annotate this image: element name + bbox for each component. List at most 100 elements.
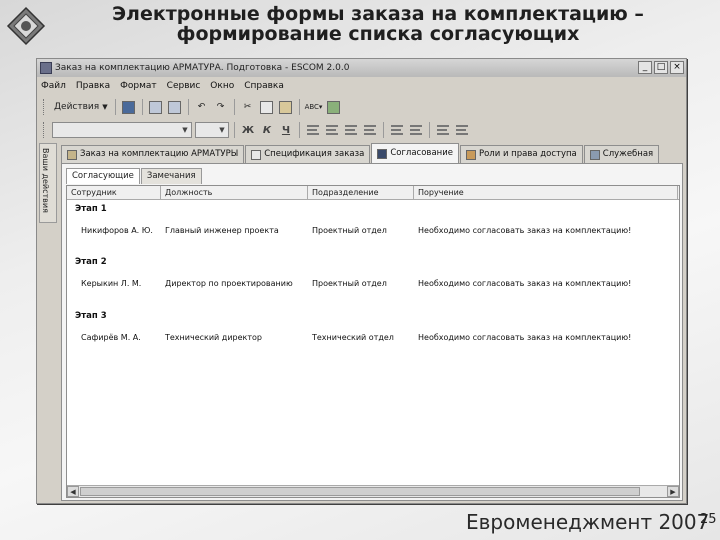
outdent-button[interactable] — [435, 122, 451, 138]
table-row[interactable]: Никифоров А. Ю. Главный инженер проекта … — [67, 224, 678, 238]
tab-approval[interactable]: Согласование — [371, 143, 459, 163]
bold-button[interactable]: Ж — [240, 125, 256, 136]
actions-side-panel[interactable]: Ваши действия — [39, 143, 57, 223]
menu-help[interactable]: Справка — [244, 78, 284, 94]
cell-department: Проектный отдел — [312, 226, 387, 235]
save-button[interactable] — [121, 99, 137, 115]
tab-service[interactable]: Служебная — [583, 145, 660, 163]
align-right-button[interactable] — [343, 122, 359, 138]
cell-employee: Сафирёв М. А. — [81, 333, 141, 342]
table-row[interactable]: Сафирёв М. А. Технический директор Техни… — [67, 331, 678, 345]
side-panel-label: Ваши действия — [41, 148, 50, 213]
column-header-employee[interactable]: Сотрудник — [67, 186, 161, 199]
indent-button[interactable] — [454, 122, 470, 138]
tab-label: Спецификация заказа — [264, 149, 365, 159]
tab-label: Служебная — [602, 149, 654, 159]
refresh-icon — [326, 100, 340, 114]
preview-icon — [168, 100, 182, 114]
minimize-button[interactable]: _ — [638, 61, 652, 74]
table-row[interactable]: Керыкин Л. М. Директор по проектированию… — [67, 277, 678, 291]
font-size-select[interactable]: ▼ — [195, 122, 229, 138]
cut-button[interactable]: ✂ — [240, 99, 256, 115]
stage-label[interactable]: Этап 2 — [75, 257, 107, 267]
document-tabs: Заказ на комплектацию АРМАТУРЫ Специфика… — [61, 143, 682, 163]
copy-button[interactable] — [259, 99, 275, 115]
paste-button[interactable] — [278, 99, 294, 115]
tab-content: Согласующие Замечания Сотрудник Должност… — [61, 163, 683, 501]
align-center-button[interactable] — [324, 122, 340, 138]
menu-window[interactable]: Окно — [210, 78, 234, 94]
column-header-assignment[interactable]: Поручение — [414, 186, 678, 199]
menu-format[interactable]: Формат — [120, 78, 157, 94]
stage-label[interactable]: Этап 3 — [75, 311, 107, 321]
cell-position: Директор по проектированию — [165, 279, 293, 288]
toolbar-separator — [234, 122, 235, 138]
cell-employee: Керыкин Л. М. — [81, 279, 142, 288]
service-icon — [589, 149, 600, 160]
company-logo — [6, 6, 46, 46]
undo-button[interactable]: ↶ — [194, 99, 210, 115]
scroll-thumb[interactable] — [80, 487, 640, 496]
close-button[interactable]: × — [670, 61, 684, 74]
menu-service[interactable]: Сервис — [167, 78, 201, 94]
column-header-department[interactable]: Подразделение — [308, 186, 414, 199]
maximize-button[interactable]: □ — [654, 61, 668, 74]
users-icon — [465, 149, 476, 160]
font-name-select[interactable]: ▼ — [52, 122, 192, 138]
outdent-icon — [437, 125, 449, 135]
folder-icon — [67, 149, 77, 160]
justify-button[interactable] — [362, 122, 378, 138]
window-titlebar[interactable]: Заказ на комплектацию АРМАТУРА. Подготов… — [37, 59, 686, 77]
redo-button[interactable]: ↷ — [213, 99, 229, 115]
menu-edit[interactable]: Правка — [76, 78, 110, 94]
page-number: 25 — [700, 512, 717, 527]
subtab-remarks[interactable]: Замечания — [140, 168, 202, 184]
column-header-position[interactable]: Должность — [161, 186, 308, 199]
slide-title: Электронные формы заказа на комплектацию… — [48, 4, 708, 44]
app-icon — [40, 62, 52, 74]
cell-position: Технический директор — [165, 333, 262, 342]
cut-icon: ✂ — [243, 102, 252, 112]
format-toolbar: ▼ ▼ Ж К Ч — [39, 119, 684, 141]
preview-button[interactable] — [167, 99, 183, 115]
app-window: Заказ на комплектацию АРМАТУРА. Подготов… — [36, 58, 687, 504]
toolbar-separator — [299, 122, 300, 138]
document-icon — [251, 149, 262, 160]
tab-specification[interactable]: Спецификация заказа — [245, 145, 371, 163]
bullet-list-icon — [391, 125, 403, 135]
toolbar-grip[interactable] — [43, 99, 46, 115]
italic-button[interactable]: К — [259, 125, 275, 136]
underline-button[interactable]: Ч — [278, 125, 294, 136]
horizontal-scrollbar[interactable]: ◀ ▶ — [67, 485, 679, 497]
tab-label: Роли и права доступа — [478, 149, 577, 159]
align-left-button[interactable] — [305, 122, 321, 138]
toolbar-separator — [114, 99, 116, 115]
scroll-right-icon[interactable]: ▶ — [667, 486, 679, 497]
window-title: Заказ на комплектацию АРМАТУРА. Подготов… — [55, 63, 350, 73]
scroll-left-icon[interactable]: ◀ — [67, 486, 79, 497]
cell-department: Проектный отдел — [312, 279, 387, 288]
numbered-list-button[interactable] — [408, 122, 424, 138]
cell-department: Технический отдел — [312, 333, 394, 342]
bullet-list-button[interactable] — [389, 122, 405, 138]
refresh-button[interactable] — [325, 99, 341, 115]
justify-icon — [364, 125, 376, 135]
toolbar-grip[interactable] — [43, 122, 46, 138]
redo-icon: ↷ — [216, 102, 225, 112]
toolbar-separator — [383, 122, 384, 138]
tab-label: Согласование — [390, 148, 453, 158]
tab-roles[interactable]: Роли и права доступа — [459, 145, 583, 163]
tab-order[interactable]: Заказ на комплектацию АРМАТУРЫ — [61, 145, 245, 163]
toolbar-separator — [429, 122, 430, 138]
actions-label: Действия — [54, 102, 100, 112]
subtab-approvers[interactable]: Согласующие — [66, 168, 140, 184]
toolbar-separator — [298, 99, 300, 115]
save-icon — [122, 100, 136, 114]
print-button[interactable] — [148, 99, 164, 115]
cell-assignment: Необходимо согласовать заказ на комплект… — [418, 333, 632, 342]
cell-assignment: Необходимо согласовать заказ на комплект… — [418, 279, 632, 288]
spellcheck-button[interactable]: ABC▾ — [305, 99, 323, 115]
actions-dropdown[interactable]: Действия ▼ — [52, 99, 110, 115]
menu-file[interactable]: Файл — [41, 78, 66, 94]
stage-label[interactable]: Этап 1 — [75, 204, 107, 214]
